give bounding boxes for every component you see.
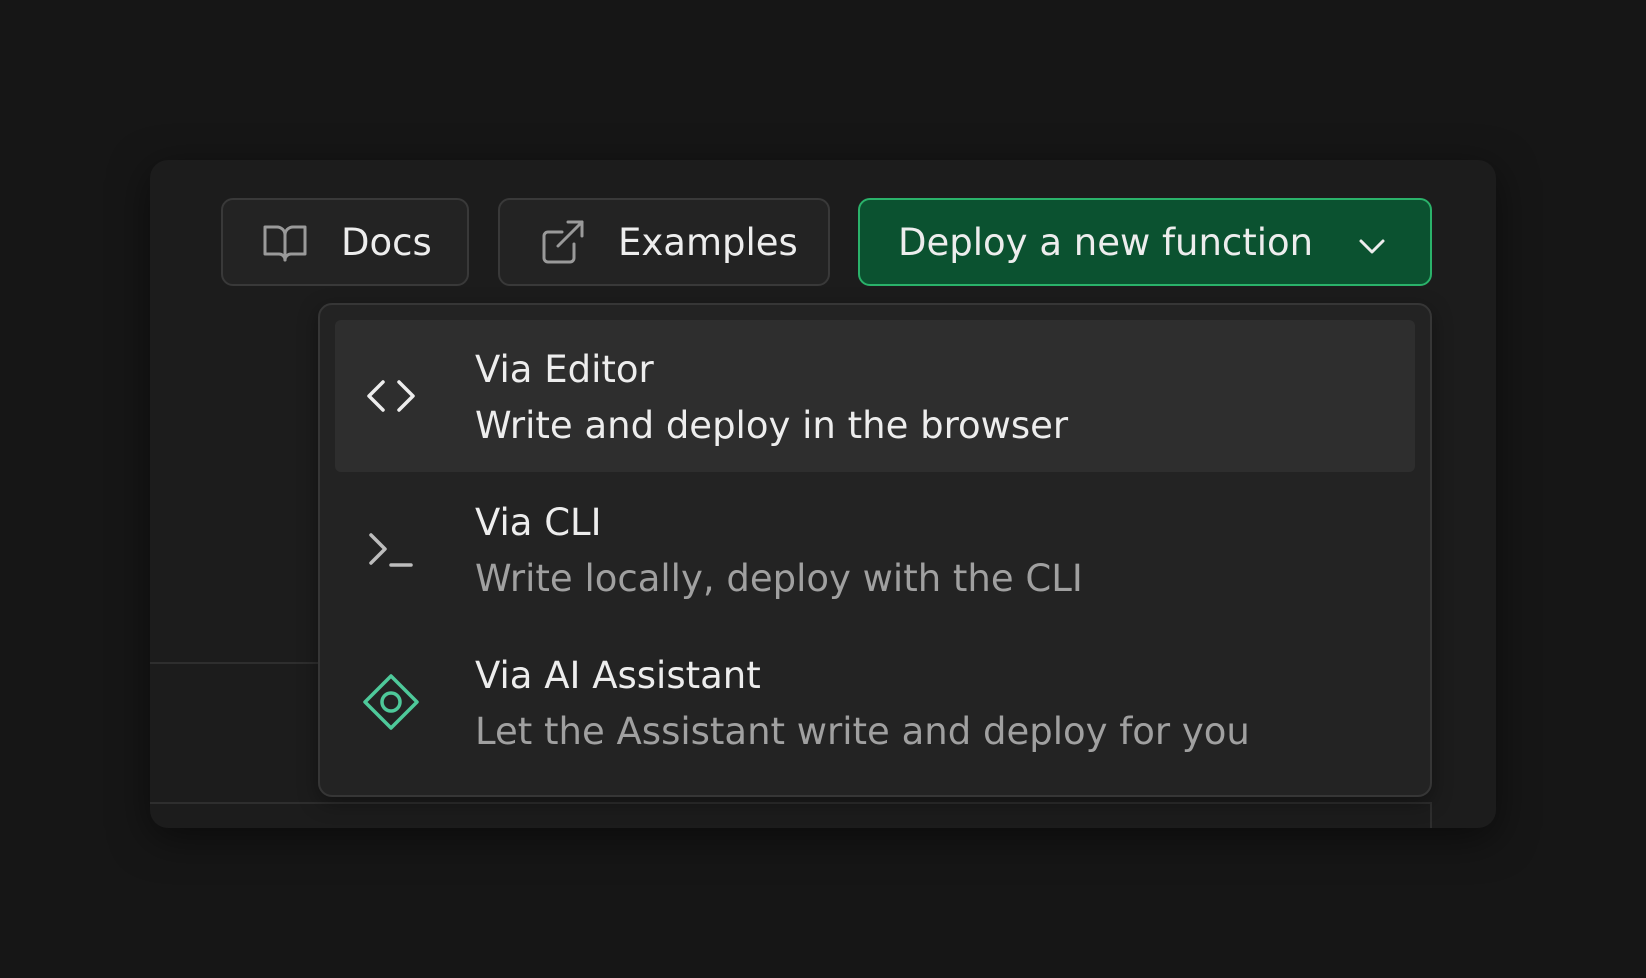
menu-item-via-cli[interactable]: Via CLI Write locally, deploy with the C…	[335, 473, 1415, 625]
menu-item-title: Via AI Assistant	[475, 654, 761, 697]
menu-item-description: Write locally, deploy with the CLI	[475, 557, 1083, 600]
docs-label: Docs	[341, 220, 432, 264]
chevron-down-icon	[1356, 228, 1388, 260]
divider	[1430, 802, 1432, 828]
menu-item-via-ai-assistant[interactable]: Via AI Assistant Let the Assistant write…	[335, 626, 1415, 778]
menu-item-title: Via Editor	[475, 348, 654, 391]
deploy-options-menu: Via Editor Write and deploy in the brows…	[318, 303, 1432, 797]
external-link-icon	[538, 218, 586, 266]
menu-item-description: Let the Assistant write and deploy for y…	[475, 710, 1250, 753]
docs-button[interactable]: Docs	[221, 198, 469, 286]
deploy-new-function-button[interactable]: Deploy a new function	[858, 198, 1432, 286]
deploy-label: Deploy a new function	[898, 220, 1314, 264]
divider	[150, 802, 1432, 804]
divider	[150, 662, 320, 664]
menu-item-title: Via CLI	[475, 501, 602, 544]
examples-label: Examples	[618, 220, 798, 264]
examples-button[interactable]: Examples	[498, 198, 830, 286]
menu-item-description: Write and deploy in the browser	[475, 404, 1069, 447]
code-brackets-icon	[363, 368, 419, 424]
terminal-icon	[363, 521, 419, 577]
book-icon	[261, 218, 309, 266]
ai-assistant-icon	[363, 674, 419, 730]
menu-item-via-editor[interactable]: Via Editor Write and deploy in the brows…	[335, 320, 1415, 472]
